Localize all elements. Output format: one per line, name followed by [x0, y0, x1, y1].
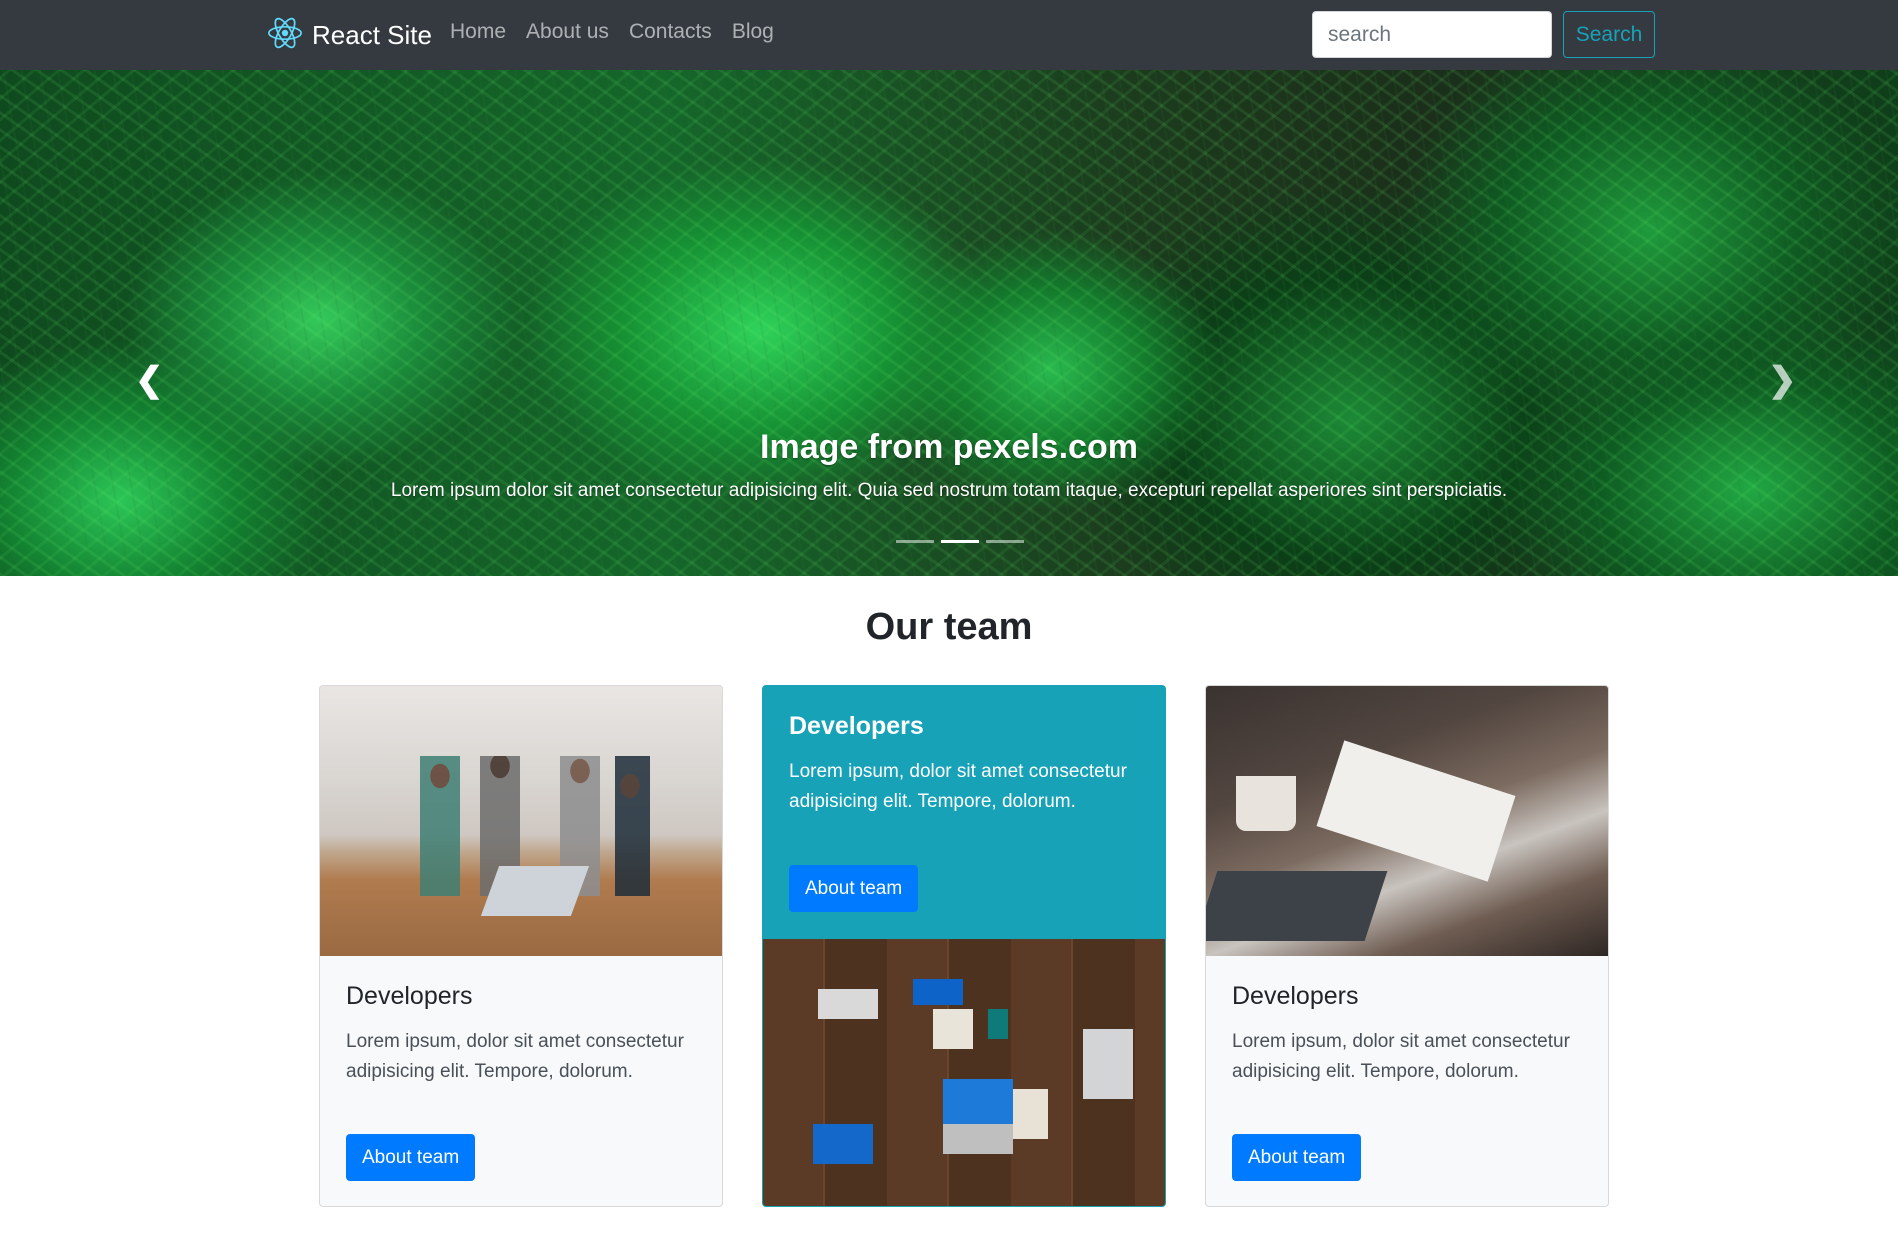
carousel-caption-title: Image from pexels.com	[760, 428, 1138, 466]
carousel-indicators	[896, 540, 1031, 543]
card-text: Lorem ipsum, dolor sit amet consectetur …	[1232, 1031, 1570, 1082]
about-team-button[interactable]: About team	[1232, 1134, 1362, 1181]
nav-link-blog[interactable]: Blog	[732, 20, 774, 44]
nav-links: Home About us Contacts Blog	[450, 20, 794, 44]
card-image-office	[320, 686, 722, 956]
team-heading: Our team	[865, 606, 1033, 648]
card-image-laptop	[480, 866, 590, 916]
nav-link-home[interactable]: Home	[450, 20, 506, 44]
react-logo-icon	[266, 14, 304, 57]
brand-name: React Site	[312, 19, 432, 50]
team-card-3: Developers Lorem ipsum, dolor sit amet c…	[1205, 685, 1609, 1207]
nav-link-about[interactable]: About us	[526, 20, 609, 44]
nav-link-contacts[interactable]: Contacts	[629, 20, 712, 44]
carousel-indicator-3[interactable]	[986, 540, 1024, 543]
about-team-button[interactable]: About team	[346, 1134, 476, 1181]
card-image-table	[763, 939, 1165, 1206]
card-image-cup	[1236, 776, 1296, 831]
card-title: Developers	[789, 712, 924, 740]
card-title: Developers	[346, 982, 473, 1010]
brand-link[interactable]: React Site	[266, 14, 432, 56]
card-title: Developers	[1232, 982, 1359, 1010]
card-text: Lorem ipsum, dolor sit amet consectetur …	[346, 1031, 684, 1082]
team-card-1: Developers Lorem ipsum, dolor sit amet c…	[319, 685, 723, 1207]
about-team-button[interactable]: About team	[789, 865, 919, 912]
card-image-devices	[763, 939, 1165, 1206]
card-text: Lorem ipsum, dolor sit amet consectetur …	[789, 761, 1127, 812]
search-input[interactable]	[1312, 11, 1552, 58]
chevron-left-icon[interactable]: ❮	[135, 363, 164, 397]
carousel-indicator-1[interactable]	[896, 540, 934, 543]
search-button[interactable]: Search	[1563, 11, 1655, 58]
carousel-indicator-2[interactable]	[941, 540, 979, 543]
top-navbar: React Site Home About us Contacts Blog S…	[0, 0, 1898, 70]
card-image-laptop	[1206, 871, 1388, 941]
card-image-notebook	[1316, 740, 1516, 882]
card-image-desk	[1206, 686, 1608, 956]
carousel-caption-text: Lorem ipsum dolor sit amet consectetur a…	[390, 480, 1508, 501]
chevron-right-icon[interactable]: ❯	[1768, 363, 1797, 397]
team-card-2: Developers Lorem ipsum, dolor sit amet c…	[762, 685, 1166, 1207]
